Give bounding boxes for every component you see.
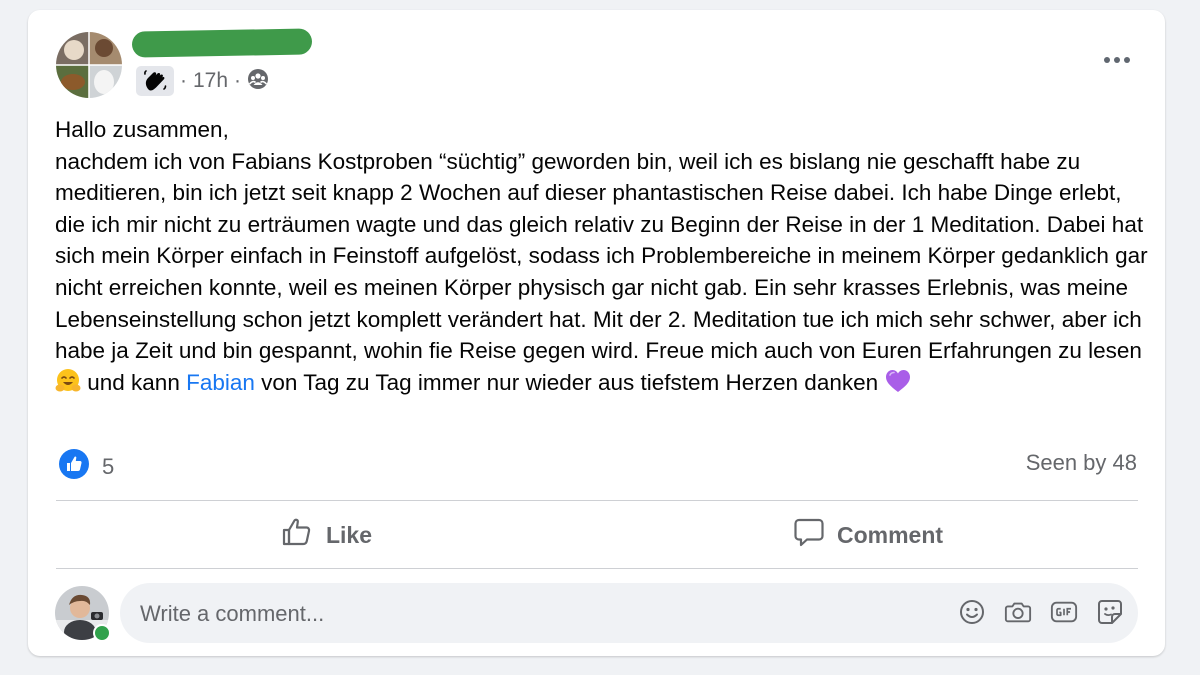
mention-link[interactable]: Fabian xyxy=(186,370,255,395)
like-button-label: Like xyxy=(325,521,373,548)
wave-hand-icon[interactable] xyxy=(136,66,174,96)
reaction-count: 5 xyxy=(102,453,115,479)
comment-composer xyxy=(120,583,1138,645)
meta-separator: · xyxy=(180,69,187,92)
divider xyxy=(56,568,1138,569)
author-avatar[interactable] xyxy=(56,32,122,98)
post-body: Hallo zusammen, nachdem ich von Fabians … xyxy=(55,114,1150,402)
like-icon xyxy=(280,515,314,555)
emoji-icon[interactable] xyxy=(958,597,986,627)
like-button[interactable]: Like xyxy=(56,506,596,564)
comment-icon xyxy=(793,516,825,554)
seen-by-count[interactable]: Seen by 48 xyxy=(1026,450,1137,476)
purple-heart-emoji xyxy=(884,368,912,403)
comment-input[interactable] xyxy=(138,583,902,645)
gif-icon[interactable] xyxy=(1050,597,1078,627)
camera-icon[interactable] xyxy=(1004,597,1032,627)
sticker-icon[interactable] xyxy=(1096,597,1124,627)
more-options-icon[interactable] xyxy=(1097,48,1137,72)
post-text: von Tag zu Tag immer nur wieder aus tief… xyxy=(254,369,885,395)
post-card: · 17h · Hallo zusammen, nachdem ich von … xyxy=(28,10,1165,656)
post-time[interactable]: 17h xyxy=(193,69,228,93)
divider xyxy=(56,500,1138,501)
post-meta: · 17h · xyxy=(136,65,269,97)
like-reaction-icon xyxy=(58,448,90,485)
online-status-dot xyxy=(93,624,111,642)
author-name-redaction xyxy=(131,28,313,58)
meta-separator: · xyxy=(234,69,242,92)
post-text: und kann xyxy=(81,369,187,395)
comment-button[interactable]: Comment xyxy=(598,506,1138,564)
comment-button-label: Comment xyxy=(836,521,944,548)
smiling-face-with-open-hands-emoji xyxy=(55,368,81,403)
reactions-summary[interactable]: 5 xyxy=(58,448,114,485)
post-text: Hallo zusammen, nachdem ich von Fabians … xyxy=(55,117,1148,364)
current-user-avatar[interactable] xyxy=(55,586,111,642)
group-icon xyxy=(247,68,269,95)
